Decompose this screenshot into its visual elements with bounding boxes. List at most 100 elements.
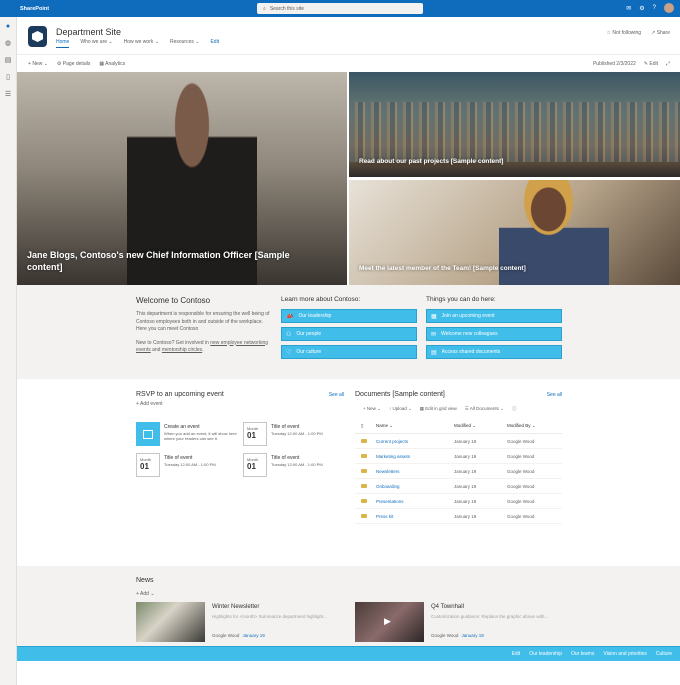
hero-tile-projects[interactable]: Read about our past projects [Sample con… xyxy=(349,72,680,177)
welcome-title: Welcome to Contoso xyxy=(136,296,211,305)
folder-icon xyxy=(361,453,367,458)
footer-link[interactable]: Our teams xyxy=(571,651,594,657)
footer-link[interactable]: Edit xyxy=(512,651,521,657)
quicklink-welcome[interactable]: ✉ Welcome new colleagues xyxy=(426,327,562,341)
welcome-block: Welcome to Contoso This department is re… xyxy=(136,296,272,355)
hero-tile-main[interactable]: Jane Blogs, Contoso's new Chief Informat… xyxy=(17,72,347,285)
doc-upload-button[interactable]: ↑ Upload ⌄ xyxy=(389,406,412,412)
help-icon[interactable]: ? xyxy=(653,5,656,11)
news-webpart: News + Add ⌄ Winter Newsletter Highlight… xyxy=(17,566,680,649)
event-card[interactable]: Create an event When you add an event, i… xyxy=(136,422,240,447)
page-details-button[interactable]: ⚙ Page details xyxy=(57,61,90,67)
doc-view-select[interactable]: ☰ All Documents ⌄ xyxy=(465,406,504,412)
col-modified-by[interactable]: Modified By ⌄ xyxy=(507,423,557,429)
footer-link[interactable]: Vision and priorities xyxy=(603,651,647,657)
quicklink-join-event[interactable]: ▦ Join an upcoming event xyxy=(426,309,562,323)
people-icon: ⚇ xyxy=(286,331,292,338)
edit-page-button[interactable]: ✎ Edit xyxy=(644,61,658,67)
news-icon[interactable]: ▤ xyxy=(4,57,12,65)
new-button[interactable]: + New ⌄ xyxy=(28,61,48,67)
hero-caption-projects: Read about our past projects [Sample con… xyxy=(359,158,504,165)
page: Department Site Home Who we are ⌄ How we… xyxy=(17,17,680,685)
documents-header: ▯ Name ⌄ Modified ⌄ Modified By ⌄ xyxy=(355,423,562,434)
table-row[interactable]: Presentations January 19 Google Wood xyxy=(355,494,562,509)
folder-icon xyxy=(361,468,367,473)
things-title: Things you can do here: xyxy=(426,296,496,303)
folder-icon xyxy=(361,513,367,518)
site-header: Department Site Home Who we are ⌄ How we… xyxy=(17,17,680,55)
nav-edit[interactable]: Edit xyxy=(210,39,219,48)
documents-title: Documents [Sample content] xyxy=(355,391,445,398)
news-image xyxy=(136,602,205,642)
site-logo[interactable] xyxy=(28,26,47,47)
hero-image-city xyxy=(349,102,680,162)
table-row[interactable]: Current projects January 19 Google Wood xyxy=(355,434,562,449)
quicklink-people[interactable]: ⚇ Our people xyxy=(281,327,417,341)
search-box[interactable]: ⌕ Search this site xyxy=(257,3,423,14)
file-type-icon: ▯ xyxy=(361,423,364,428)
folder-icon xyxy=(361,483,367,488)
heart-icon: ♡ xyxy=(286,349,292,356)
welcome-body-2: New to Contoso? Get involved in new empl… xyxy=(136,339,269,354)
hero-section: Jane Blogs, Contoso's new Chief Informat… xyxy=(17,72,680,285)
doc-new-button[interactable]: + New ⌄ xyxy=(363,406,381,412)
doc-grid-button[interactable]: ▦ Edit in grid view xyxy=(420,406,457,412)
event-date: Month 01 xyxy=(243,453,267,477)
event-card[interactable]: Month 01 Title of event Tuesday 12:00 AM … xyxy=(243,422,347,447)
mentorship-link[interactable]: mentorship circles xyxy=(162,347,202,353)
file-icon[interactable]: ▯ xyxy=(4,74,12,82)
analytics-button[interactable]: ▦ Analytics xyxy=(99,61,125,67)
table-row[interactable]: Newsletters January 19 Google Wood xyxy=(355,464,562,479)
published-status: Published 2/3/2022 xyxy=(592,60,636,67)
expand-icon[interactable]: ⤢ xyxy=(666,61,670,67)
list-icon[interactable]: ☰ xyxy=(4,91,12,99)
info-icon[interactable]: ⓘ xyxy=(512,406,517,412)
nav-resources[interactable]: Resources ⌄ xyxy=(170,39,200,48)
nav-home[interactable]: Home xyxy=(56,39,70,48)
col-name[interactable]: Name ⌄ xyxy=(368,423,454,429)
table-row[interactable]: Onboarding January 19 Google Wood xyxy=(355,479,562,494)
nav-who-we-are[interactable]: Who we are ⌄ xyxy=(80,39,112,48)
news-image-video: ▶ xyxy=(355,602,424,642)
app-brand[interactable]: SharePoint xyxy=(20,6,49,12)
folder-icon xyxy=(361,498,367,503)
folder-icon xyxy=(361,438,367,443)
quicklink-culture[interactable]: ♡ Our culture xyxy=(281,345,417,359)
hero-tile-team[interactable]: Meet the latest member of the Team! [Sam… xyxy=(349,180,680,285)
table-row[interactable]: Marketing assets January 19 Google Wood xyxy=(355,449,562,464)
share-button[interactable]: ↗ Share xyxy=(651,30,670,36)
things-block: Things you can do here: ▦ Join an upcomin… xyxy=(426,296,562,363)
megaphone-icon: 📣 xyxy=(286,313,294,320)
megaphone-icon[interactable]: ✉ xyxy=(626,5,631,12)
event-date: Month 01 xyxy=(243,422,267,446)
avatar[interactable] xyxy=(664,3,674,13)
col-modified[interactable]: Modified ⌄ xyxy=(454,423,507,429)
add-event-button[interactable]: + Add event xyxy=(136,401,344,407)
command-bar: + New ⌄ ⚙ Page details ▦ Analytics Publi… xyxy=(17,56,680,71)
search-placeholder: Search this site xyxy=(269,5,304,12)
intro-section: Welcome to Contoso This department is re… xyxy=(17,285,680,379)
news-card[interactable]: Winter Newsletter Highlights for <month>… xyxy=(136,602,336,642)
footer-link[interactable]: Our leadership xyxy=(529,651,562,657)
nav-how-we-work[interactable]: How we work ⌄ xyxy=(124,39,159,48)
hero-caption-main: Jane Blogs, Contoso's new Chief Informat… xyxy=(27,250,290,272)
site-title[interactable]: Department Site xyxy=(56,27,121,37)
event-card[interactable]: Month 01 Title of event Tuesday 12:00 AM … xyxy=(136,453,240,478)
documents-see-all[interactable]: See all xyxy=(547,392,562,398)
events-see-all[interactable]: See all xyxy=(329,392,344,398)
news-card[interactable]: ▶ Q4 Townhall Customization guidance: Re… xyxy=(355,602,555,642)
document-icon: ▤ xyxy=(431,349,437,356)
globe-icon[interactable]: ◍ xyxy=(4,40,12,48)
follow-button[interactable]: ☆ Not following xyxy=(607,30,642,36)
quicklink-leadership[interactable]: 📣 Our leadership xyxy=(281,309,417,323)
quicklink-documents[interactable]: ▤ Access shared documents xyxy=(426,345,562,359)
home-icon[interactable]: ● xyxy=(4,23,12,31)
hero-caption-team: Meet the latest member of the Team! [Sam… xyxy=(359,265,526,272)
footer-link[interactable]: Culture xyxy=(656,651,672,657)
event-card[interactable]: Month 01 Title of event Tuesday 12:00 AM … xyxy=(243,453,347,478)
settings-icon[interactable]: ⚙ xyxy=(639,5,644,12)
learn-title: Learn more about Contoso: xyxy=(281,296,361,303)
events-webpart: RSVP to an upcoming event See all + Add … xyxy=(136,391,344,477)
news-add-button[interactable]: + Add ⌄ xyxy=(136,591,155,597)
table-row[interactable]: Press kit January 19 Google Wood xyxy=(355,509,562,524)
